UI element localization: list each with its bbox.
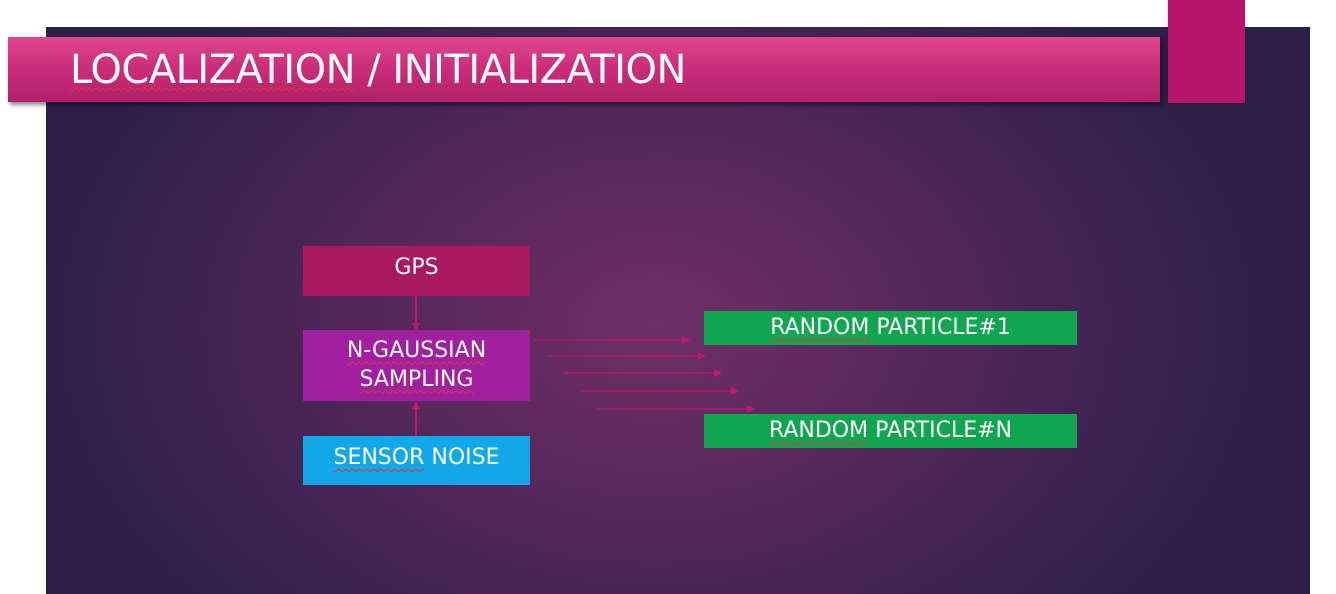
sampling-label-line1: N-GAUSSIAN (346, 337, 487, 363)
title-word-initialization: / INITIALIZATION (355, 47, 686, 93)
corner-accent (1168, 0, 1245, 103)
random-particle-1-box: RANDOM PARTICLE#1 (704, 311, 1077, 345)
slide: LOCALIZATION / INITIALIZATION GPS N-GAUS… (0, 0, 1336, 594)
title-word-localization: LOCALIZATION (70, 47, 356, 93)
slide-title: LOCALIZATION / INITIALIZATION (70, 44, 686, 96)
random-particle-n-box: RANDOM PARTICLE#N (704, 414, 1077, 448)
particle-n-label-rest: PARTICLE#N (868, 417, 1013, 443)
gps-label: GPS (394, 255, 439, 280)
n-gaussian-sampling-box: N-GAUSSIAN SAMPLING (303, 330, 530, 401)
particle-n-label-word1: RANDOM (768, 417, 869, 443)
particle-1-label-rest: PARTICLE#1 (869, 314, 1011, 340)
sampling-label-line2: SAMPLING (359, 366, 474, 392)
gps-box: GPS (303, 246, 530, 296)
slide-background (46, 27, 1310, 594)
noise-label-word1: SENSOR (333, 445, 425, 470)
particle-1-label-word1: RANDOM (770, 314, 870, 340)
noise-label-rest: NOISE (424, 445, 500, 470)
sensor-noise-box: SENSOR NOISE (303, 436, 530, 485)
